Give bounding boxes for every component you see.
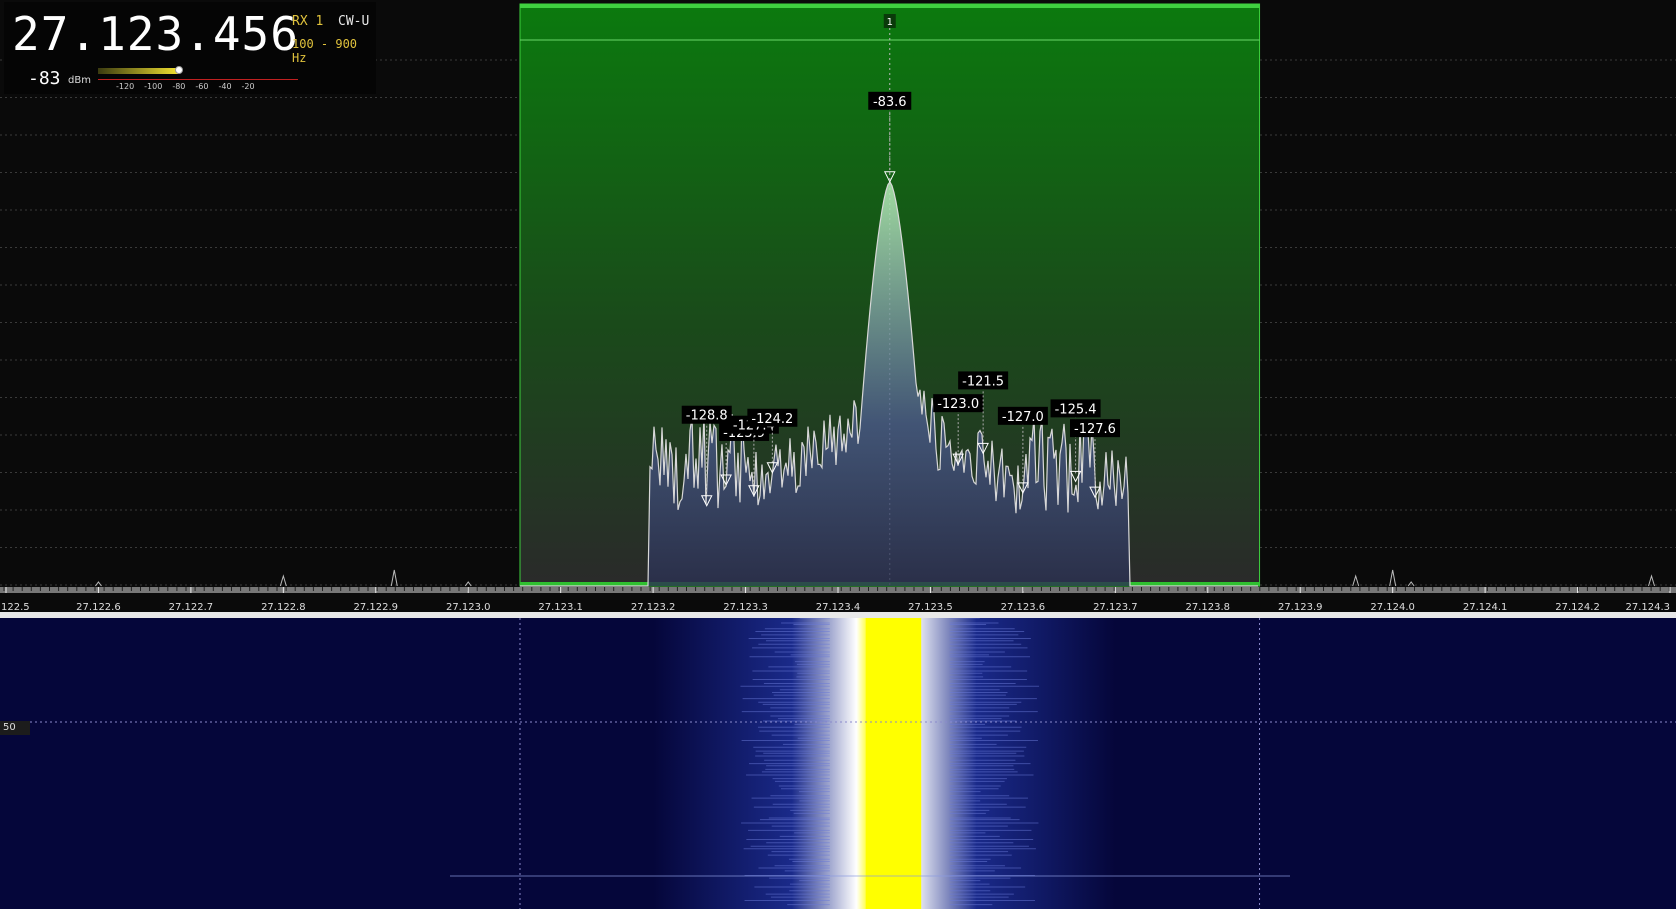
receiver-label[interactable]: RX 1	[292, 14, 323, 29]
bandwidth-label[interactable]: 100 - 900 Hz	[292, 37, 376, 65]
waterfall-display[interactable]	[0, 618, 1676, 909]
s-meter-scale-line	[98, 79, 298, 80]
peak-label: -125.4	[1055, 402, 1097, 417]
s-meter-indicator	[175, 66, 183, 74]
noise-blip	[279, 574, 287, 587]
peak-label: -83.6	[873, 95, 907, 110]
frequency-readout[interactable]: 27.123.456	[12, 6, 299, 62]
waterfall-carrier	[865, 618, 922, 909]
s-meter-bar	[98, 68, 178, 74]
noise-blip	[464, 581, 472, 587]
peak-label: -124.2	[751, 412, 793, 427]
s-meter-ticks: -120 -100 -80 -60 -40 -20	[116, 82, 255, 91]
peak-label: -127.6	[1074, 422, 1116, 437]
spectrum-display[interactable]: 1-83.6-128.8-125.9-127.4-124.2-123.0-121…	[0, 0, 1676, 618]
waterfall-plot[interactable]	[0, 618, 1676, 909]
s-meter-tick: -40	[218, 82, 232, 91]
s-meter-tick: -100	[144, 82, 163, 91]
peak-label: -121.5	[962, 374, 1004, 389]
signal-unit: dBm	[68, 75, 91, 86]
peak-label: -127.0	[1002, 410, 1044, 425]
passband-top-edge	[519, 4, 1260, 8]
signal-level: -83	[28, 68, 61, 89]
noise-blip	[95, 581, 102, 587]
sdr-app: 1-83.6-128.8-125.9-127.4-124.2-123.0-121…	[0, 0, 1676, 909]
noise-blip	[1389, 569, 1397, 587]
filter-marker-label: 1	[887, 17, 893, 28]
s-meter-tick: -120	[116, 82, 135, 91]
peak-label: -128.8	[686, 409, 728, 424]
noise-blip	[390, 569, 398, 587]
s-meter-tick: -20	[241, 82, 255, 91]
waterfall-time-label: 50	[0, 721, 30, 735]
peak-label: -123.0	[937, 397, 979, 412]
mode-label[interactable]: CW-U	[338, 14, 369, 29]
s-meter-tick: -80	[172, 82, 186, 91]
s-meter-tick: -60	[195, 82, 209, 91]
receiver-info-panel: 27.123.456 RX 1 CW-U 100 - 900 Hz -83 dB…	[4, 2, 376, 94]
